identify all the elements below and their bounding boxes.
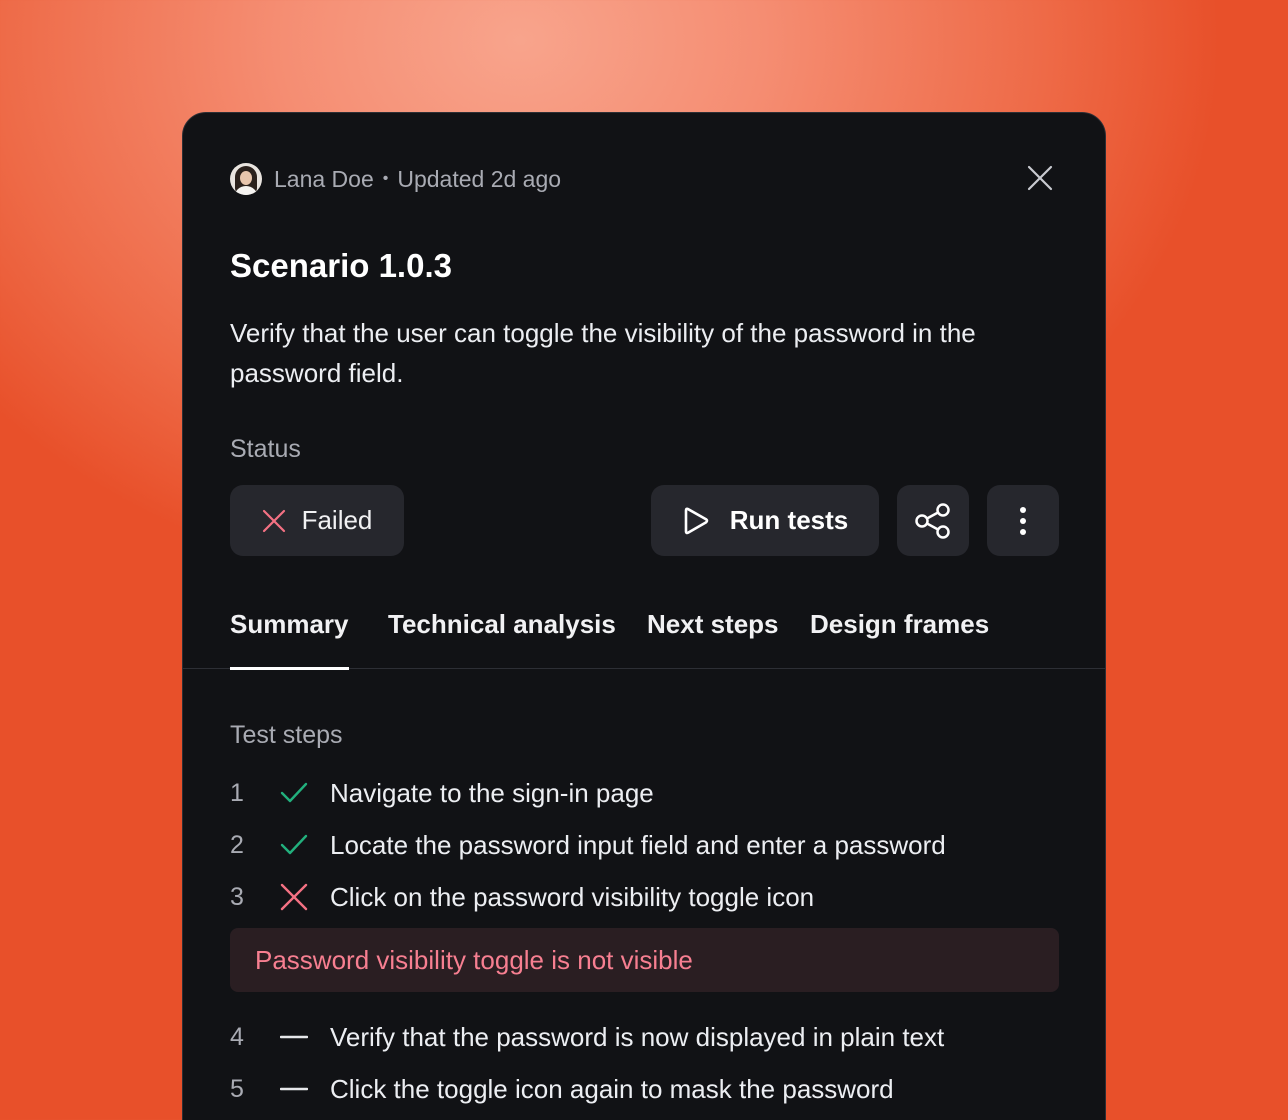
- status-value: Failed: [301, 505, 373, 535]
- run-tests-label: Run tests: [729, 505, 849, 535]
- test-step: 3 Click on the password visibility toggl…: [230, 877, 814, 917]
- step-text: Verify that the password is now displaye…: [330, 1021, 945, 1052]
- step-number: 4: [230, 1022, 244, 1051]
- play-icon: [684, 507, 709, 534]
- step-number: 2: [230, 830, 244, 859]
- meta-line: Lana Doe • Updated 2d ago: [230, 161, 561, 197]
- error-message: Password visibility toggle is not visibl…: [230, 928, 1059, 992]
- tab-bar: Summary Technical analysis Next steps De…: [183, 603, 1105, 670]
- step-text: Navigate to the sign-in page: [330, 777, 654, 808]
- author-name: Lana Doe: [274, 165, 374, 192]
- step-number: 1: [230, 778, 244, 807]
- page-title: Scenario 1.0.3: [230, 247, 452, 284]
- status-label: Status: [230, 435, 301, 463]
- test-step: 2 Locate the password input field and en…: [230, 825, 946, 865]
- tab-next-steps[interactable]: Next steps: [647, 609, 779, 669]
- close-icon: [1027, 165, 1053, 191]
- check-icon: [280, 782, 308, 803]
- step-number: 3: [230, 882, 244, 911]
- test-step: 4 Verify that the password is now displa…: [230, 1017, 944, 1057]
- tab-technical-analysis[interactable]: Technical analysis: [388, 609, 616, 669]
- step-text: Click on the password visibility toggle …: [330, 881, 815, 912]
- step-number: 5: [230, 1074, 244, 1103]
- x-icon: [262, 509, 285, 532]
- scenario-description: Verify that the user can toggle the visi…: [230, 318, 976, 388]
- step-text: Click the toggle icon again to mask the …: [330, 1073, 894, 1104]
- step-text: Locate the password input field and ente…: [330, 829, 946, 860]
- close-button[interactable]: [1023, 161, 1057, 195]
- tab-design-frames[interactable]: Design frames: [810, 609, 989, 669]
- meta-separator: •: [382, 170, 389, 187]
- test-steps-label: Test steps: [230, 721, 343, 749]
- dash-icon: [280, 1087, 308, 1091]
- avatar: [230, 163, 262, 195]
- run-tests-button[interactable]: Run tests: [651, 485, 879, 556]
- updated-time: Updated 2d ago: [397, 165, 562, 192]
- check-icon: [280, 834, 308, 855]
- share-button[interactable]: [897, 485, 969, 556]
- test-step: 1 Navigate to the sign-in page: [230, 773, 654, 813]
- more-vertical-icon: [1020, 506, 1026, 535]
- share-icon: [915, 502, 950, 539]
- x-icon: [280, 883, 308, 911]
- dash-icon: [280, 1035, 308, 1039]
- tab-summary[interactable]: Summary: [230, 609, 349, 670]
- scenario-panel: Lana Doe • Updated 2d ago Scenario 1.0.3…: [182, 112, 1106, 1120]
- more-options-button[interactable]: [987, 485, 1059, 556]
- test-step: 5 Click the toggle icon again to mask th…: [230, 1069, 894, 1109]
- status-badge[interactable]: Failed: [230, 485, 404, 556]
